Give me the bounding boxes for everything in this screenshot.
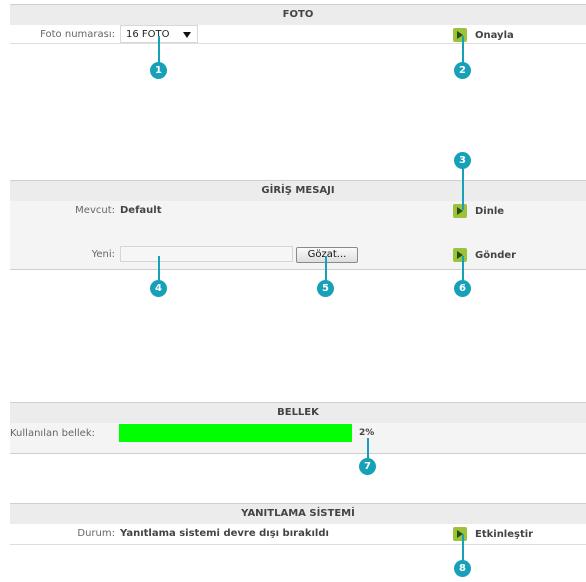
new-message-file-input[interactable]	[120, 246, 293, 262]
callout-line	[367, 438, 369, 460]
memory-used-percent: 2%	[359, 428, 375, 438]
enable-label: Etkinleştir	[475, 528, 534, 540]
callout-6: 6	[454, 280, 471, 297]
foto-section-title: FOTO	[10, 4, 586, 25]
arrow-right-icon	[453, 248, 467, 262]
callout-5: 5	[317, 280, 334, 297]
photo-count-label: Foto numarası:	[40, 29, 115, 40]
answering-section-title: YANITLAMA SİSTEMİ	[10, 503, 586, 524]
arrow-right-icon	[453, 204, 467, 218]
current-message-value: Default	[120, 205, 162, 216]
answering-status-label: Durum:	[77, 528, 115, 539]
photo-count-value: 16 FOTO	[126, 28, 170, 40]
callout-1: 1	[150, 62, 167, 79]
callout-line	[158, 256, 160, 282]
callout-line	[462, 534, 464, 562]
callout-line	[462, 36, 464, 64]
callout-8: 8	[454, 560, 471, 577]
answering-status-value: Yanıtlama sistemi devre dışı bırakıldı	[120, 528, 329, 539]
memory-used-label: Kullanılan bellek:	[10, 428, 95, 439]
divider	[10, 453, 586, 454]
divider	[10, 269, 586, 270]
callout-line	[158, 36, 160, 64]
divider	[10, 544, 586, 545]
listen-button[interactable]: Dinle	[453, 202, 504, 220]
callout-line	[462, 256, 464, 282]
new-message-label: Yeni:	[91, 249, 115, 260]
arrow-right-icon	[453, 527, 467, 541]
greeting-section-title: GİRİŞ MESAJI	[10, 180, 586, 201]
current-message-label: Mevcut:	[75, 205, 115, 216]
listen-label: Dinle	[475, 205, 505, 217]
enable-button[interactable]: Etkinleştir	[453, 525, 533, 543]
memory-usage-bar	[119, 424, 352, 442]
callout-line	[462, 166, 464, 210]
callout-line	[325, 256, 327, 282]
confirm-label: Onayla	[475, 29, 514, 41]
callout-4: 4	[150, 280, 167, 297]
callout-7: 7	[359, 458, 376, 475]
chevron-down-icon	[183, 32, 191, 38]
memory-section-title: BELLEK	[10, 402, 586, 423]
arrow-right-icon	[453, 28, 467, 42]
browse-button[interactable]: Gözat...	[296, 247, 358, 263]
send-label: Gönder	[475, 249, 517, 261]
callout-2: 2	[454, 62, 471, 79]
